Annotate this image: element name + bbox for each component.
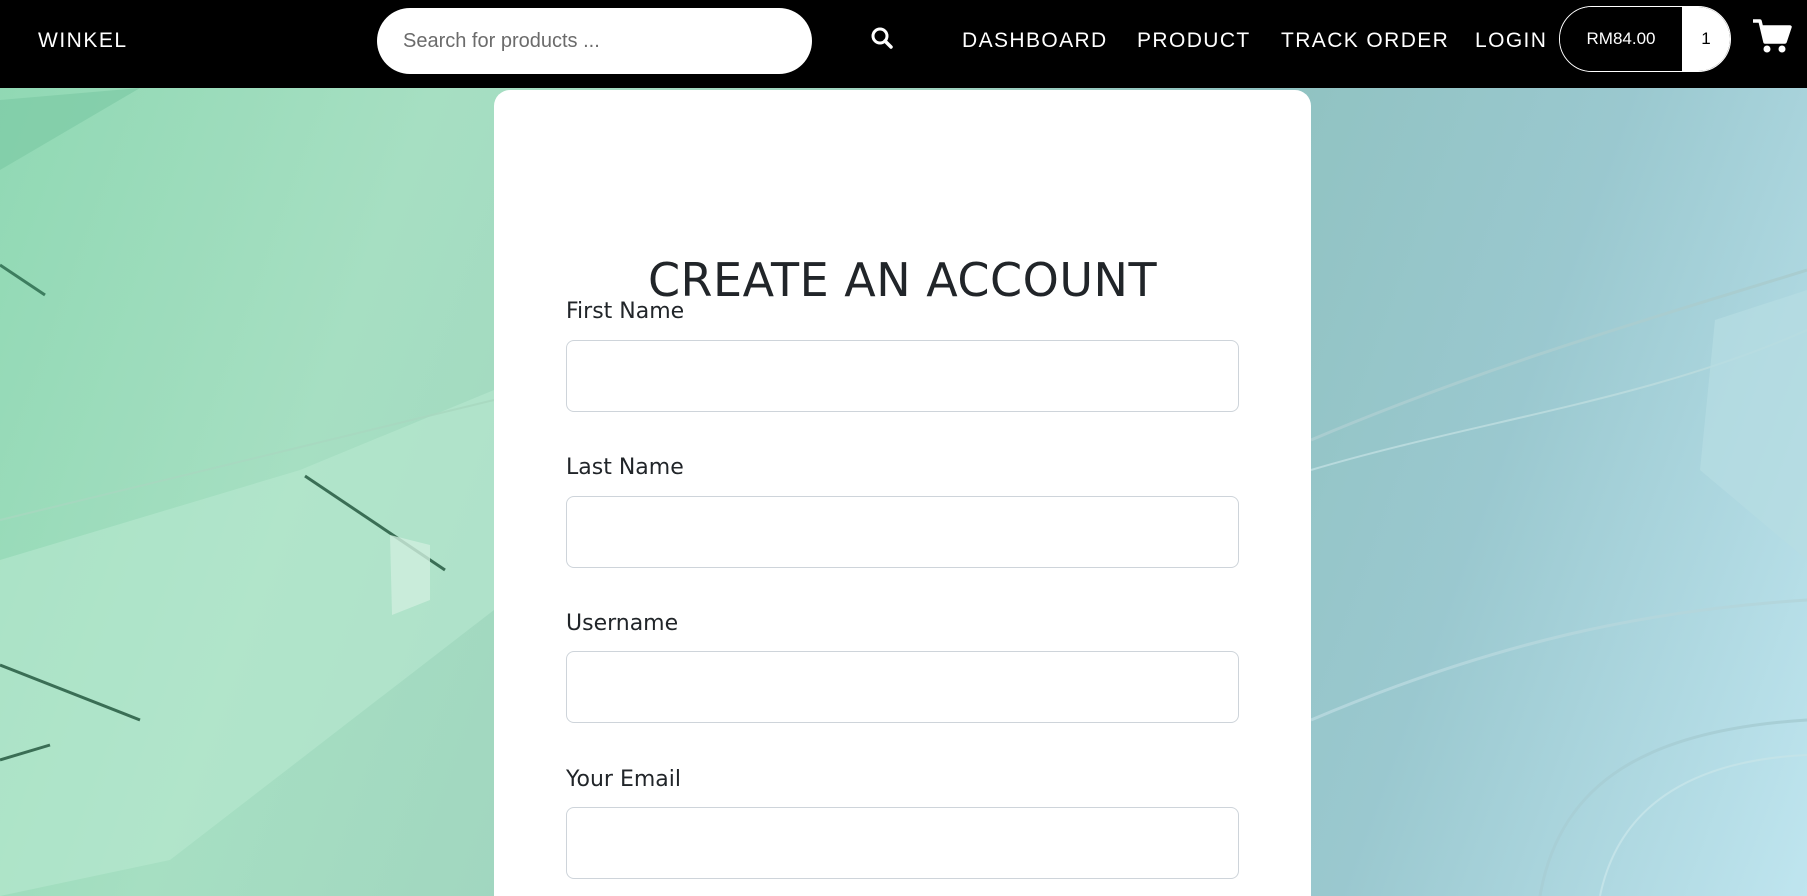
- search-button[interactable]: [862, 18, 902, 58]
- email-label: Your Email: [566, 767, 681, 792]
- cart-item-count: 1: [1682, 7, 1730, 71]
- search-input[interactable]: [377, 8, 812, 74]
- nav-dashboard-link[interactable]: DASHBOARD: [962, 28, 1108, 54]
- page: WINKEL DASHBOARD PRODUCT TRACK ORDER LOG…: [0, 0, 1807, 896]
- create-account-card: CREATE AN ACCOUNT First Name Last Name U…: [494, 90, 1311, 896]
- nav-product-link[interactable]: PRODUCT: [1137, 28, 1251, 54]
- last-name-input[interactable]: [566, 496, 1239, 568]
- cart-total: RM84.00: [1560, 7, 1682, 71]
- nav-login-link[interactable]: LOGIN: [1475, 28, 1547, 54]
- cart-summary-button[interactable]: RM84.00 1: [1559, 6, 1731, 72]
- search-icon: [871, 27, 893, 49]
- brand-logo[interactable]: WINKEL: [38, 28, 128, 54]
- username-label: Username: [566, 611, 679, 636]
- first-name-input[interactable]: [566, 340, 1239, 412]
- cart-icon[interactable]: [1752, 16, 1792, 56]
- first-name-label: First Name: [566, 299, 685, 324]
- email-input[interactable]: [566, 807, 1239, 879]
- nav-track-order-link[interactable]: TRACK ORDER: [1281, 28, 1449, 54]
- top-navbar: WINKEL DASHBOARD PRODUCT TRACK ORDER LOG…: [0, 0, 1807, 88]
- last-name-label: Last Name: [566, 455, 684, 480]
- username-input[interactable]: [566, 651, 1239, 723]
